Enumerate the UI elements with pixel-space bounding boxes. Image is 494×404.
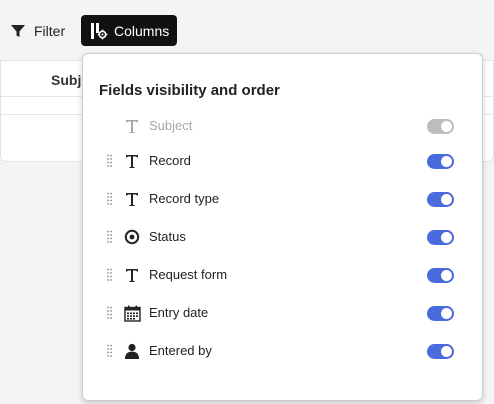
filter-button-label: Filter	[34, 23, 66, 39]
visibility-toggle[interactable]	[427, 192, 454, 207]
drag-handle-icon[interactable]	[107, 230, 112, 244]
visibility-toggle[interactable]	[427, 154, 454, 169]
calendar-icon	[123, 304, 141, 322]
columns-button[interactable]: Columns	[81, 15, 177, 46]
columns-button-label: Columns	[114, 22, 170, 39]
visibility-toggle[interactable]	[427, 230, 454, 245]
drag-handle-icon[interactable]	[107, 306, 112, 320]
field-row-entry-date[interactable]: Entry date	[83, 301, 482, 325]
field-label: Subject	[149, 118, 193, 133]
fields-visibility-popover: Fields visibility and order Subject Reco…	[82, 53, 483, 401]
person-icon	[123, 342, 141, 360]
field-label: Status	[149, 229, 186, 244]
text-type-icon	[123, 190, 141, 208]
visibility-toggle[interactable]	[427, 344, 454, 359]
filter-icon	[11, 25, 25, 37]
popover-title: Fields visibility and order	[99, 82, 280, 99]
field-label: Entry date	[149, 305, 209, 320]
field-row-entered-by[interactable]: Entered by	[83, 339, 482, 363]
visibility-toggle[interactable]	[427, 268, 454, 283]
drag-handle-icon[interactable]	[107, 268, 112, 282]
field-label: Entered by	[149, 343, 212, 358]
text-type-icon	[123, 117, 141, 135]
field-row-record-type[interactable]: Record type	[83, 187, 482, 211]
field-label: Record type	[149, 191, 220, 206]
filter-button[interactable]: Filter	[10, 19, 65, 43]
field-label: Record	[149, 153, 191, 168]
drag-handle-icon[interactable]	[107, 154, 112, 168]
field-row-record[interactable]: Record	[83, 149, 482, 173]
text-type-icon	[123, 266, 141, 284]
text-type-icon	[123, 152, 141, 170]
field-row-request-form[interactable]: Request form	[83, 263, 482, 287]
field-label: Request form	[149, 267, 228, 282]
field-row-status[interactable]: Status	[83, 225, 482, 249]
drag-handle-icon[interactable]	[107, 344, 112, 358]
visibility-toggle	[427, 119, 454, 134]
drag-handle-icon[interactable]	[107, 192, 112, 206]
columns-settings-icon	[91, 22, 108, 39]
field-row-subject: Subject	[83, 114, 482, 138]
visibility-toggle[interactable]	[427, 306, 454, 321]
status-circle-icon	[123, 228, 141, 246]
